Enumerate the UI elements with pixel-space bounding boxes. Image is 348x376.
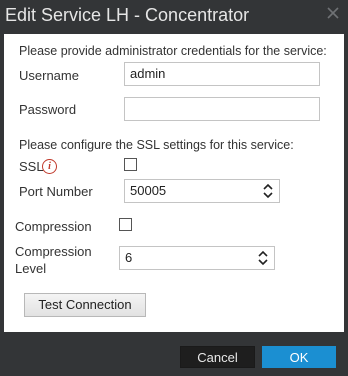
compression-level-input[interactable]: 6 [119,246,275,270]
ssl-prompt: Please configure the SSL settings for th… [19,138,294,152]
info-icon[interactable]: i [42,159,57,174]
compression-level-label-line2: Level [15,261,47,276]
close-icon[interactable] [324,4,342,22]
port-stepper-icon[interactable] [262,183,274,199]
ssl-checkbox[interactable] [124,158,137,171]
dialog-footer: Cancel OK [0,336,348,376]
ssl-label: SSL [19,159,44,174]
title-bar: Edit Service LH - Concentrator [0,0,348,32]
username-label: Username [19,68,79,83]
password-input[interactable] [124,97,320,121]
cancel-button[interactable]: Cancel [180,346,255,368]
compression-level-stepper-icon[interactable] [257,250,269,266]
dialog-content: Please provide administrator credentials… [4,34,344,332]
dialog-title: Edit Service LH - Concentrator [5,5,250,25]
port-number-label: Port Number [19,184,93,199]
port-number-input[interactable]: 50005 [124,179,280,203]
test-connection-button[interactable]: Test Connection [24,293,146,317]
credentials-prompt: Please provide administrator credentials… [19,44,327,58]
username-input[interactable]: admin [124,62,320,86]
edit-service-dialog: Edit Service LH - Concentrator Please pr… [0,0,348,376]
compression-level-label-line1: Compression [15,244,92,259]
ok-button[interactable]: OK [262,346,336,368]
compression-label: Compression [15,219,92,234]
compression-checkbox[interactable] [119,218,132,231]
password-label: Password [19,102,77,117]
